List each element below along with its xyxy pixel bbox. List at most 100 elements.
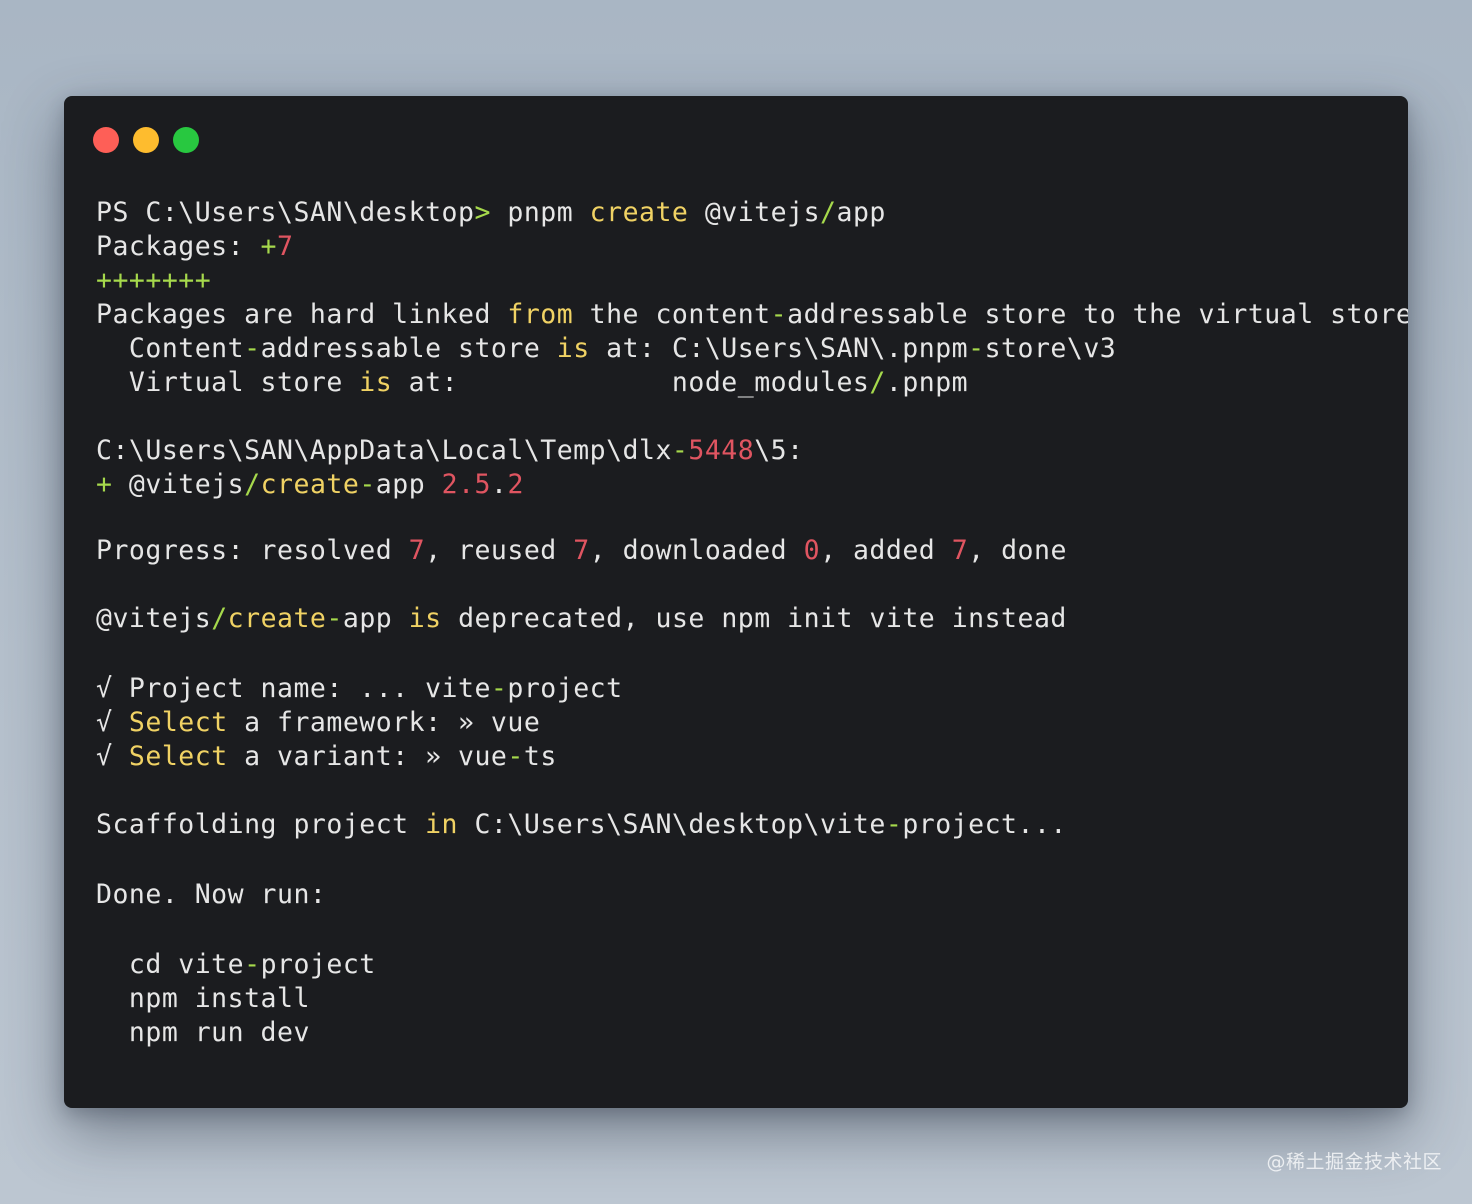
terminal-token: addressable store bbox=[260, 333, 557, 364]
terminal-line: √ Select a framework: » vue bbox=[96, 706, 1384, 740]
terminal-token: from bbox=[507, 299, 574, 330]
terminal-line: Content-addressable store is at: C:\User… bbox=[96, 332, 1384, 366]
terminal-token: - bbox=[770, 299, 788, 330]
terminal-token: 7 bbox=[277, 231, 294, 262]
terminal-token: is bbox=[408, 603, 442, 634]
terminal-line: Packages: +7 bbox=[96, 230, 1384, 264]
terminal-token: , downloaded bbox=[589, 535, 804, 566]
terminal-token: project... bbox=[902, 809, 1067, 840]
terminal-line: + @vitejs/create-app 2.5.2 bbox=[96, 468, 1384, 502]
terminal-token: - bbox=[507, 741, 524, 772]
terminal-token: npm run dev bbox=[96, 1017, 310, 1048]
terminal-token: , added bbox=[820, 535, 952, 566]
terminal-token: - bbox=[244, 333, 261, 364]
terminal-line: √ Project name: ... vite-project bbox=[96, 672, 1384, 706]
terminal-token: - bbox=[326, 603, 343, 634]
terminal-token: 5448 bbox=[688, 435, 755, 466]
terminal-token: \5: bbox=[754, 435, 804, 466]
terminal-token: create bbox=[260, 469, 360, 500]
terminal-token: √ bbox=[96, 741, 129, 772]
terminal-line: npm install bbox=[96, 982, 1384, 1016]
terminal-token: in bbox=[425, 809, 459, 840]
terminal-token: / bbox=[211, 603, 228, 634]
terminal-token: Virtual store bbox=[96, 367, 360, 398]
terminal-token: pnpm bbox=[490, 197, 590, 228]
terminal-token: , done bbox=[968, 535, 1067, 566]
terminal-token: C:\Users\SAN\AppData\Local\Temp\dlx bbox=[96, 435, 672, 466]
terminal-token: / bbox=[869, 367, 886, 398]
terminal-token: C:\Users\SAN\desktop\vite bbox=[458, 809, 886, 840]
terminal-output[interactable]: PS C:\Users\SAN\desktop> pnpm create @vi… bbox=[96, 196, 1408, 1050]
terminal-token: cd vite bbox=[96, 949, 245, 980]
terminal-token: Packages: bbox=[96, 231, 261, 262]
terminal-token: app bbox=[375, 469, 442, 500]
window-controls bbox=[93, 127, 199, 153]
close-button[interactable] bbox=[93, 127, 119, 153]
terminal-token: Select bbox=[128, 707, 228, 738]
terminal-token: - bbox=[244, 949, 261, 980]
terminal-line: Progress: resolved 7, reused 7, download… bbox=[96, 534, 1384, 568]
terminal-token: Packages are hard linked bbox=[96, 299, 508, 330]
terminal-token: @vitejs bbox=[96, 603, 212, 634]
terminal-line: npm run dev bbox=[96, 1016, 1384, 1050]
terminal-token: at: C:\Users\SAN\.pnpm bbox=[589, 333, 969, 364]
terminal-token: 2.5 bbox=[441, 469, 491, 500]
terminal-token: + bbox=[260, 231, 278, 262]
terminal-token: Scaffolding project bbox=[96, 809, 426, 840]
terminal-token: is bbox=[359, 367, 393, 398]
terminal-token: 2 bbox=[507, 469, 524, 500]
terminal-line: √ Select a variant: » vue-ts bbox=[96, 740, 1384, 774]
terminal-token: Content bbox=[96, 333, 245, 364]
terminal-token: > bbox=[474, 197, 491, 228]
terminal-token: @vitejs bbox=[112, 469, 245, 500]
terminal-token: √ Project name: ... vite bbox=[96, 673, 491, 704]
minimize-button[interactable] bbox=[133, 127, 159, 153]
terminal-token: Progress: resolved bbox=[96, 535, 409, 566]
terminal-window: PS C:\Users\SAN\desktop> pnpm create @vi… bbox=[64, 96, 1408, 1108]
terminal-token: project bbox=[507, 673, 623, 704]
terminal-token: is bbox=[556, 333, 590, 364]
terminal-token: store\v3 bbox=[984, 333, 1117, 364]
terminal-token: / bbox=[820, 197, 837, 228]
terminal-token: - bbox=[968, 333, 985, 364]
terminal-token: app bbox=[342, 603, 409, 634]
terminal-token: - bbox=[490, 673, 508, 704]
terminal-token: deprecated, use npm init vite instead bbox=[441, 603, 1067, 634]
terminal-token: +++++++ bbox=[96, 265, 212, 296]
terminal-token: project bbox=[260, 949, 376, 980]
terminal-token: - bbox=[885, 809, 903, 840]
maximize-button[interactable] bbox=[173, 127, 199, 153]
terminal-token: - bbox=[359, 469, 376, 500]
terminal-token: app bbox=[836, 197, 886, 228]
terminal-token: @vitejs bbox=[688, 197, 821, 228]
terminal-line: C:\Users\SAN\AppData\Local\Temp\dlx-5448… bbox=[96, 434, 1384, 468]
terminal-token: npm install bbox=[96, 983, 310, 1014]
terminal-token: ts bbox=[523, 741, 557, 772]
terminal-token: create bbox=[589, 197, 689, 228]
terminal-token: . bbox=[490, 469, 508, 500]
terminal-token: 7 bbox=[951, 535, 969, 566]
terminal-token: √ bbox=[96, 707, 129, 738]
terminal-token: a framework: » vue bbox=[227, 707, 541, 738]
terminal-line: PS C:\Users\SAN\desktop> pnpm create @vi… bbox=[96, 196, 1384, 230]
terminal-line: +++++++ bbox=[96, 264, 1384, 298]
terminal-token: a variant: » vue bbox=[227, 741, 508, 772]
terminal-line: cd vite-project bbox=[96, 948, 1384, 982]
terminal-line: Virtual store is at: node_modules/.pnpm bbox=[96, 366, 1384, 400]
terminal-token: - bbox=[671, 435, 689, 466]
terminal-token: + bbox=[96, 469, 113, 500]
terminal-token: 7 bbox=[573, 535, 590, 566]
terminal-token: 0 bbox=[803, 535, 821, 566]
terminal-token: Select bbox=[128, 741, 228, 772]
terminal-token: at: node_modules bbox=[392, 367, 870, 398]
terminal-token: / bbox=[244, 469, 261, 500]
terminal-line: Packages are hard linked from the conten… bbox=[96, 298, 1408, 332]
terminal-token: PS C:\Users\SAN\desktop bbox=[96, 197, 475, 228]
terminal-token: Done. Now run: bbox=[96, 879, 327, 910]
